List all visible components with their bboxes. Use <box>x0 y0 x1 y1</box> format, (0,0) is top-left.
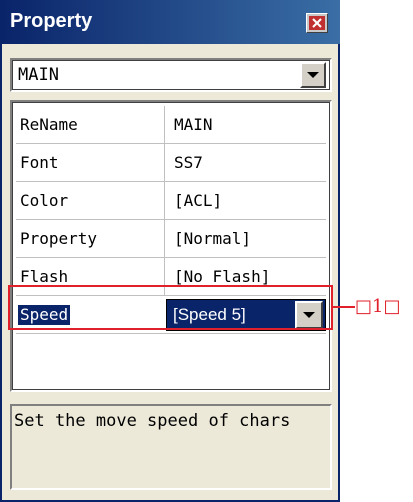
property-name: Flash <box>20 267 69 286</box>
property-row-color[interactable]: Color [ACL] <box>16 182 326 220</box>
annotation-label: □1□ <box>355 296 401 317</box>
property-value[interactable]: [No Flash] <box>174 267 270 287</box>
close-button[interactable] <box>306 13 328 33</box>
property-name: Color <box>20 191 69 210</box>
description-pane: Set the move speed of chars <box>10 404 332 490</box>
title-bar[interactable]: Property <box>2 0 340 44</box>
property-row-flash[interactable]: Flash [No Flash] <box>16 258 326 296</box>
property-name: Font <box>20 153 59 172</box>
column-divider <box>164 144 165 182</box>
object-selector-value: MAIN <box>18 65 59 85</box>
annotation-callout-line <box>333 306 355 308</box>
window-title: Property <box>10 10 93 32</box>
chevron-down-icon <box>303 312 315 318</box>
object-selector[interactable]: MAIN <box>10 58 332 92</box>
description-text: Set the move speed of chars <box>14 411 291 431</box>
property-grid: ReName MAIN Font SS7 Color [ACL] Propert… <box>10 100 332 392</box>
column-divider <box>164 220 165 258</box>
property-value[interactable]: MAIN <box>174 115 213 135</box>
property-name: Speed <box>18 305 71 325</box>
property-row-rename[interactable]: ReName MAIN <box>16 106 326 144</box>
speed-select-value: [Speed 5] <box>173 305 246 324</box>
property-row-speed[interactable]: Speed [Speed 5] <box>16 296 326 334</box>
column-divider <box>164 182 165 220</box>
property-value[interactable]: SS7 <box>174 153 203 173</box>
property-name: Property <box>20 229 98 248</box>
object-selector-dropdown-button[interactable] <box>300 62 326 88</box>
speed-select[interactable]: [Speed 5] <box>166 299 326 331</box>
property-row-property[interactable]: Property [Normal] <box>16 220 326 258</box>
column-divider <box>164 258 165 296</box>
property-row-font[interactable]: Font SS7 <box>16 144 326 182</box>
speed-dropdown-button[interactable] <box>295 301 323 329</box>
column-divider <box>164 106 165 144</box>
property-value[interactable]: [ACL] <box>174 191 222 211</box>
property-value[interactable]: [Normal] <box>174 229 251 249</box>
chevron-down-icon <box>307 72 319 78</box>
property-panel: Property MAIN ReName MAIN Font SS7 Color… <box>0 0 340 502</box>
property-name: ReName <box>20 115 78 134</box>
close-icon <box>309 16 325 30</box>
